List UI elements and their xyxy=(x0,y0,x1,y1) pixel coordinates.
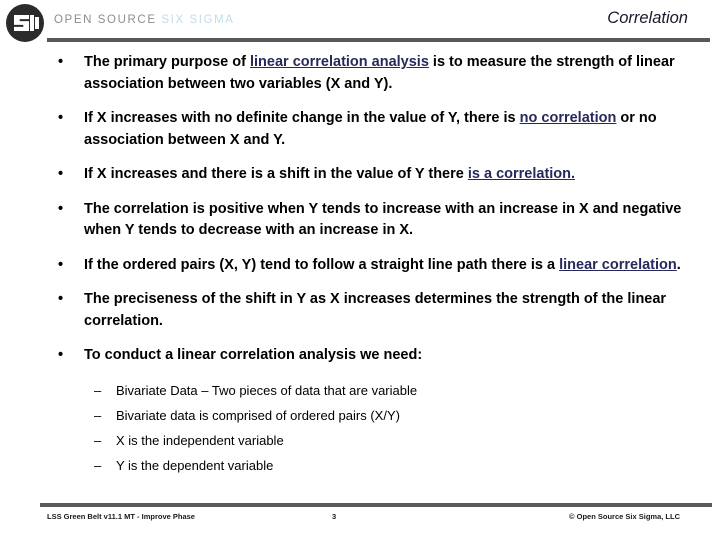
sub-bullet-text: Bivariate data is comprised of ordered p… xyxy=(116,407,400,423)
logo-bar-glyph-1 xyxy=(30,15,34,31)
bullet-text: The correlation is positive when Y tends… xyxy=(84,201,681,239)
sub-bullet-item: – Bivariate Data – Two pieces of data tha… xyxy=(0,380,720,401)
bullet-keyword: is a correlation. xyxy=(467,166,576,182)
bullet-text-run: If X increases and there is a shift in t… xyxy=(84,166,468,182)
brand-wordmark-open-source: OPEN SOURCE xyxy=(54,14,162,26)
bullet-marker: • xyxy=(58,347,64,363)
bullet-text-run: The primary purpose of xyxy=(84,54,250,70)
bullet-item: • The correlation is positive when Y tend… xyxy=(0,199,720,242)
bullet-text: If the ordered pairs (X, Y) tend to foll… xyxy=(84,257,681,273)
bullet-text-run: The preciseness of the shift in Y as X i… xyxy=(84,291,667,329)
bullet-text: If X increases and there is a shift in t… xyxy=(84,166,575,182)
sub-bullet-item: – Y is the dependent variable xyxy=(0,455,720,476)
bullet-marker: • xyxy=(58,54,64,70)
slide-footer: LSS Green Belt v11.1 MT - Improve Phase … xyxy=(0,500,720,540)
bullet-item: • To conduct a linear correlation analysi… xyxy=(0,345,720,367)
sub-bullet-text: X is the independent variable xyxy=(116,432,284,448)
bullet-keyword: no correlation xyxy=(519,110,617,126)
slide-header: OPEN SOURCE SIX SIGMA Correlation xyxy=(0,0,720,48)
logo-s-glyph xyxy=(14,15,29,31)
bullet-marker: • xyxy=(58,166,64,182)
bullet-text: The primary purpose of linear correlatio… xyxy=(84,54,675,92)
bullet-text: To conduct a linear correlation analysis… xyxy=(84,347,422,363)
bullet-item: • The primary purpose of linear correlati… xyxy=(0,52,720,95)
bullet-item: • The preciseness of the shift in Y as X … xyxy=(0,289,720,332)
bullet-marker: • xyxy=(58,110,64,126)
logo-bar-glyph-2 xyxy=(35,17,39,29)
bullet-list: • The primary purpose of linear correlati… xyxy=(0,52,720,367)
bullet-item: • If X increases with no definite change … xyxy=(0,108,720,151)
sub-bullet-marker: – xyxy=(94,382,102,398)
bullet-keyword: linear correlation analysis xyxy=(249,54,429,70)
header-divider xyxy=(47,38,710,42)
sub-bullet-marker: – xyxy=(94,407,102,423)
sub-bullet-item: – X is the independent variable xyxy=(0,430,720,451)
bullet-marker: • xyxy=(58,200,64,217)
bullet-text: The preciseness of the shift in Y as X i… xyxy=(84,291,666,329)
sub-bullet-text: Y is the dependent variable xyxy=(116,457,274,473)
bullet-text: If X increases with no definite change i… xyxy=(84,110,657,148)
bullet-marker: • xyxy=(58,256,64,273)
sub-bullet-text: Bivariate Data – Two pieces of data that… xyxy=(116,382,418,398)
footer-divider xyxy=(40,503,712,507)
bullet-keyword: linear correlation xyxy=(559,256,677,273)
page-title: Correlation xyxy=(607,9,688,27)
sub-bullet-marker: – xyxy=(94,432,102,448)
bullet-text-run: If the ordered pairs (X, Y) tend to foll… xyxy=(84,256,560,273)
open-source-six-sigma-logo-icon xyxy=(6,4,44,42)
sub-bullet-item: – Bivariate data is comprised of ordered … xyxy=(0,405,720,426)
bullet-text-run: The correlation is positive when Y tends… xyxy=(84,200,682,239)
brand-wordmark-six-sigma: SIX SIGMA xyxy=(161,14,235,26)
footer-course-label: LSS Green Belt v11.1 MT - Improve Phase xyxy=(47,512,195,521)
bullet-text-run: . xyxy=(676,256,681,273)
bullet-text-run: If X increases with no definite change i… xyxy=(84,110,520,126)
bullet-item: • If the ordered pairs (X, Y) tend to fol… xyxy=(0,255,720,277)
bullet-text-run: To conduct a linear correlation analysis… xyxy=(84,347,423,363)
bullet-item: • If X increases and there is a shift in … xyxy=(0,164,720,186)
footer-page-number: 3 xyxy=(332,512,337,521)
sub-bullet-list: – Bivariate Data – Two pieces of data tha… xyxy=(0,380,720,476)
footer-copyright: © Open Source Six Sigma, LLC xyxy=(569,512,680,521)
sub-bullet-marker: – xyxy=(94,457,102,473)
slide-content: • The primary purpose of linear correlati… xyxy=(0,52,720,480)
brand-wordmark: OPEN SOURCE SIX SIGMA xyxy=(54,14,235,26)
bullet-marker: • xyxy=(58,291,64,307)
